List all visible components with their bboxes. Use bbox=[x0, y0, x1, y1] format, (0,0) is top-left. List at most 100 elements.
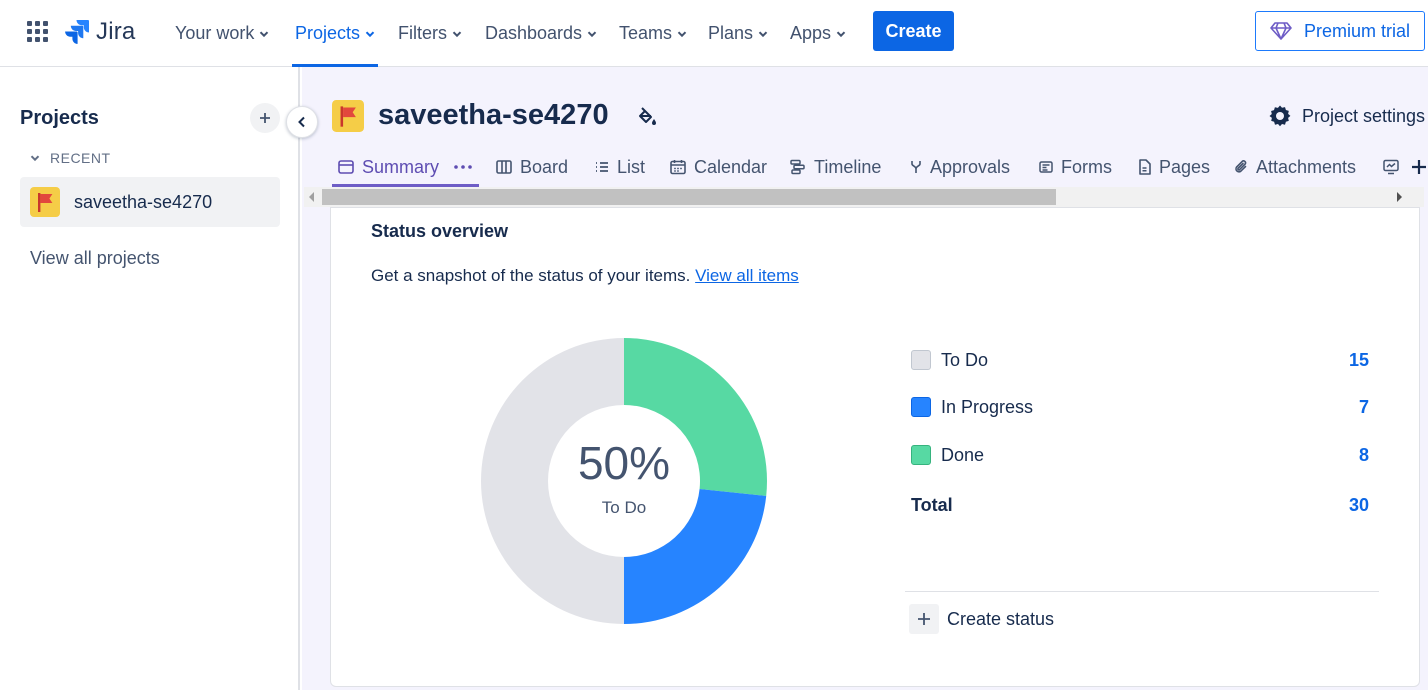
tab-label: Forms bbox=[1061, 156, 1112, 177]
status-donut-chart bbox=[481, 338, 767, 624]
status-overview-description: Get a snapshot of the status of your ite… bbox=[371, 266, 799, 286]
legend-count[interactable]: 8 bbox=[1359, 445, 1369, 466]
tab-calendar[interactable]: Calendar bbox=[670, 147, 767, 187]
nav-projects[interactable]: Projects bbox=[291, 0, 379, 67]
project-avatar-icon bbox=[332, 99, 364, 132]
legend-row-in-progress[interactable]: In Progress 7 bbox=[905, 392, 1381, 422]
nav-label: Apps bbox=[790, 23, 832, 43]
chevron-down-icon bbox=[365, 30, 375, 37]
project-avatar-icon bbox=[30, 187, 60, 217]
legend-swatch bbox=[911, 445, 931, 465]
tab-attachments[interactable]: Attachments bbox=[1234, 147, 1356, 187]
legend-label: Done bbox=[941, 444, 985, 465]
nav-teams[interactable]: Teams bbox=[619, 0, 687, 67]
chevron-left-icon bbox=[298, 116, 305, 128]
project-settings-label: Project settings bbox=[1302, 105, 1426, 126]
tab-label: List bbox=[617, 156, 646, 177]
nav-label: Your work bbox=[175, 23, 255, 43]
legend-label: In Progress bbox=[941, 396, 1034, 417]
tab-board[interactable]: Board bbox=[496, 147, 568, 187]
tab-label: Attachments bbox=[1256, 156, 1357, 177]
chevron-down-icon bbox=[260, 30, 269, 37]
tab-timeline[interactable]: Timeline bbox=[790, 147, 881, 187]
forms-icon bbox=[1039, 161, 1053, 173]
legend-divider bbox=[905, 591, 1379, 592]
tab-label: Approvals bbox=[930, 156, 1011, 177]
tab-pages[interactable]: Pages bbox=[1138, 147, 1210, 187]
add-tab-button[interactable] bbox=[1412, 147, 1426, 187]
tab-more[interactable] bbox=[1383, 147, 1399, 187]
collapse-sidebar-button[interactable] bbox=[286, 106, 318, 138]
legend-row-todo[interactable]: To Do 15 bbox=[905, 345, 1381, 375]
paint-bucket-icon[interactable] bbox=[637, 105, 659, 127]
total-count[interactable]: 30 bbox=[1349, 495, 1369, 516]
project-settings-button[interactable]: Project settings bbox=[1268, 104, 1425, 128]
nav-apps[interactable]: Apps bbox=[790, 0, 846, 67]
tab-label: Board bbox=[520, 156, 569, 177]
add-project-button[interactable] bbox=[250, 103, 280, 133]
nav-your-work[interactable]: Your work bbox=[175, 0, 269, 67]
reports-icon bbox=[1383, 159, 1399, 175]
total-label: Total bbox=[911, 494, 953, 515]
legend-swatch bbox=[911, 350, 931, 370]
diamond-icon bbox=[1270, 22, 1292, 40]
sidebar-title: Projects bbox=[20, 107, 99, 129]
timeline-icon bbox=[790, 159, 805, 175]
tab-summary[interactable]: Summary bbox=[331, 147, 480, 187]
donut-slice-to-do[interactable] bbox=[481, 338, 624, 624]
scroll-right-arrow[interactable] bbox=[1397, 192, 1402, 202]
nav-filters[interactable]: Filters bbox=[398, 0, 462, 67]
nav-label: Projects bbox=[295, 23, 361, 43]
tabs-horizontal-scrollbar[interactable] bbox=[304, 187, 1424, 207]
legend-count[interactable]: 15 bbox=[1349, 350, 1369, 371]
tab-label: Summary bbox=[362, 156, 440, 177]
chevron-down-icon bbox=[30, 155, 40, 162]
sidebar-project-name: saveetha-se4270 bbox=[74, 191, 213, 212]
nav-label: Teams bbox=[619, 23, 673, 43]
plus-icon bbox=[909, 604, 939, 634]
nav-label: Filters bbox=[398, 23, 447, 43]
recent-section-toggle[interactable]: RECENT bbox=[30, 150, 111, 166]
tab-label: Timeline bbox=[814, 156, 882, 177]
main-content: saveetha-se4270 Project settings Summary… bbox=[302, 67, 1428, 690]
project-title: saveetha-se4270 bbox=[378, 99, 609, 131]
nav-label: Plans bbox=[708, 23, 754, 43]
donut-slice-done[interactable] bbox=[624, 338, 767, 496]
sidebar: Projects RECENT saveetha-se4270 View all… bbox=[0, 67, 300, 690]
board-icon bbox=[496, 160, 512, 174]
legend-count[interactable]: 7 bbox=[1359, 397, 1369, 418]
legend-swatch bbox=[911, 397, 931, 417]
scroll-left-arrow[interactable] bbox=[309, 192, 314, 202]
nav-plans[interactable]: Plans bbox=[708, 0, 768, 67]
plus-icon bbox=[260, 113, 270, 123]
top-navigation: Jira Your work Projects Filters Dashboar… bbox=[0, 0, 1428, 67]
create-button[interactable]: Create bbox=[873, 11, 954, 51]
status-overview-card: Status overview Get a snapshot of the st… bbox=[330, 207, 1420, 687]
create-status-button[interactable]: Create status bbox=[909, 604, 1054, 634]
create-status-label: Create status bbox=[947, 608, 1055, 629]
tab-approvals[interactable]: Approvals bbox=[910, 147, 1010, 187]
list-icon bbox=[596, 162, 608, 172]
more-options-icon[interactable] bbox=[453, 164, 473, 170]
sidebar-item-project[interactable]: saveetha-se4270 bbox=[20, 177, 280, 227]
paperclip-icon bbox=[1235, 160, 1247, 173]
view-all-items-link[interactable]: View all items bbox=[695, 266, 799, 285]
view-all-projects-link[interactable]: View all projects bbox=[30, 248, 160, 269]
tab-list[interactable]: List bbox=[595, 147, 645, 187]
premium-trial-button[interactable]: Premium trial bbox=[1255, 11, 1425, 51]
nav-dashboards[interactable]: Dashboards bbox=[485, 0, 597, 67]
jira-logo[interactable]: Jira bbox=[64, 17, 135, 47]
app-switcher-icon[interactable] bbox=[27, 21, 48, 42]
gear-icon bbox=[1269, 105, 1291, 127]
chevron-down-icon bbox=[836, 30, 846, 37]
tab-label: Pages bbox=[1159, 156, 1211, 177]
pages-icon bbox=[1139, 159, 1151, 175]
legend-row-total: Total 30 bbox=[905, 490, 1381, 520]
legend-row-done[interactable]: Done 8 bbox=[905, 440, 1381, 470]
premium-trial-label: Premium trial bbox=[1303, 20, 1410, 41]
donut-slice-in-progress[interactable] bbox=[624, 488, 767, 624]
tab-forms[interactable]: Forms bbox=[1039, 147, 1112, 187]
tab-label: Calendar bbox=[694, 156, 768, 177]
description-text: Get a snapshot of the status of your ite… bbox=[371, 266, 691, 285]
scrollbar-thumb[interactable] bbox=[322, 189, 1056, 205]
